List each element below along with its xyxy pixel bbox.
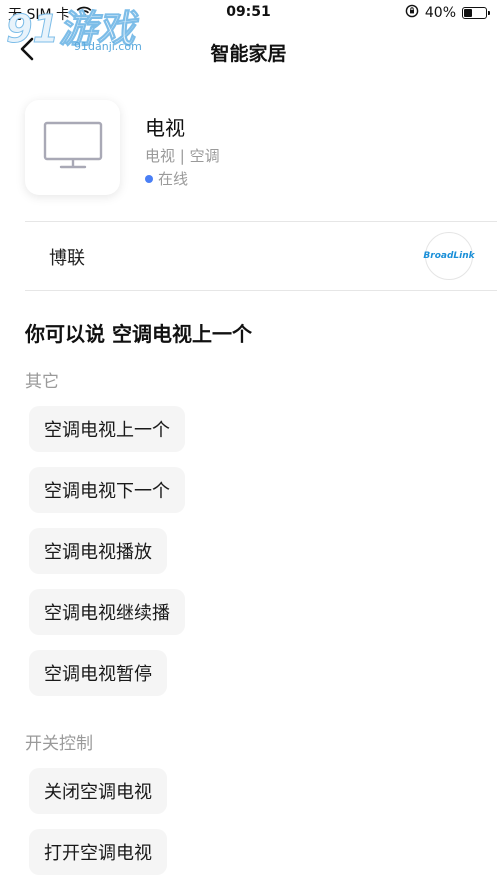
orientation-lock-icon: [405, 4, 419, 22]
command-chip[interactable]: 打开空调电视: [29, 829, 167, 875]
device-type: 电视 | 空调: [145, 147, 220, 165]
brand-row[interactable]: 博联 BroadLink: [25, 222, 497, 290]
nav-bar: 智能家居: [0, 26, 497, 76]
brand-logo: BroadLink: [423, 232, 475, 280]
device-icon-card: [25, 100, 120, 195]
section-label-other: 其它: [25, 372, 59, 392]
battery-percent: 40%: [424, 5, 456, 21]
brand-name: 博联: [49, 248, 85, 269]
device-name: 电视: [145, 116, 185, 140]
page-title: 智能家居: [210, 43, 287, 65]
battery-icon: [462, 7, 490, 19]
suggestion-heading: 你可以说 空调电视上一个: [25, 322, 252, 346]
divider: [25, 290, 497, 291]
command-chip[interactable]: 空调电视继续播: [29, 589, 185, 635]
online-status-dot: [145, 174, 153, 183]
device-status-label: 在线: [158, 170, 189, 188]
battery-fill: [464, 9, 473, 17]
device-status: 在线: [145, 168, 188, 189]
command-chip[interactable]: 关闭空调电视: [29, 768, 167, 814]
tv-icon: [43, 121, 103, 175]
command-chip[interactable]: 空调电视播放: [29, 528, 167, 574]
section-label-power: 开关控制: [25, 734, 93, 754]
status-right: 40%: [405, 4, 490, 22]
command-chip[interactable]: 空调电视暂停: [29, 650, 167, 696]
command-chip[interactable]: 空调电视下一个: [29, 467, 185, 513]
device-header: 电视 电视 | 空调 在线: [25, 100, 497, 198]
status-bar: 无 SIM 卡 09:51 40%: [0, 0, 497, 26]
brand-logo-text: BroadLink: [423, 251, 475, 261]
command-chip[interactable]: 空调电视上一个: [29, 406, 185, 452]
